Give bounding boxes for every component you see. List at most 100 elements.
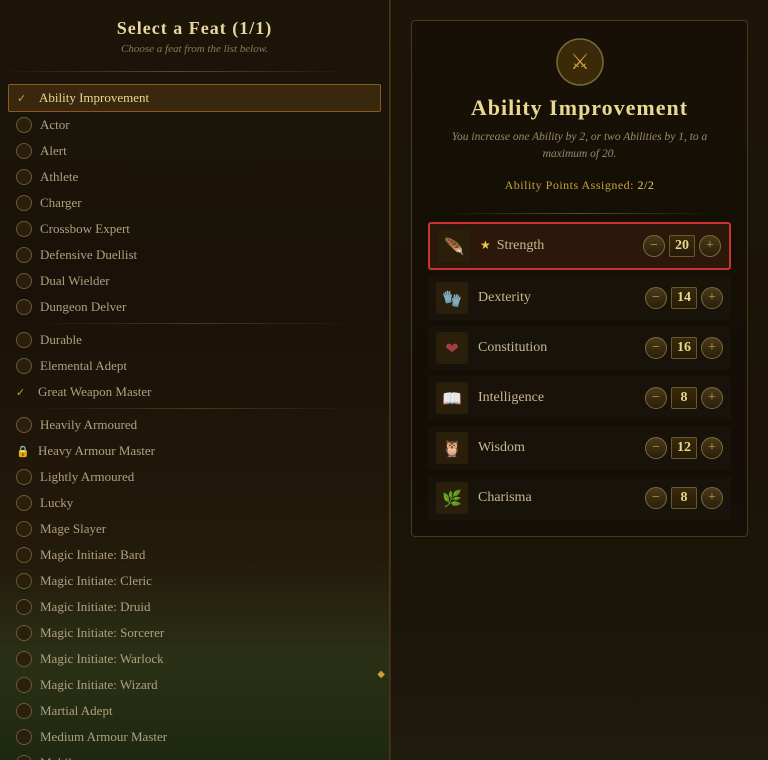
feat-item-label: Durable [40,332,82,348]
ability-increase-constitution[interactable]: + [701,337,723,359]
radio-button[interactable] [16,677,32,693]
feat-item-medium-armour-master[interactable]: Medium Armour Master [8,724,381,750]
svg-text:🪶: 🪶 [444,237,464,256]
feat-detail-title: Ability Improvement [471,95,688,121]
feat-detail-icon: ⚔ [555,37,605,87]
feat-item-mobile[interactable]: Mobile [8,750,381,760]
radio-button[interactable] [16,169,32,185]
ability-icon-dexterity: 🧤 [436,282,468,314]
radio-button[interactable] [16,358,32,374]
ability-name-wisdom: Wisdom [478,440,635,456]
divider [0,71,350,72]
radio-button[interactable] [16,547,32,563]
feat-item-crossbow-expert[interactable]: Crossbow Expert [8,216,381,242]
feat-item-magic-initiate-warlock[interactable]: Magic Initiate: Warlock [8,646,381,672]
scroll-indicator: ◆ [377,669,385,680]
feat-item-label: Heavy Armour Master [38,443,155,459]
radio-button[interactable] [16,195,32,211]
radio-button[interactable] [16,143,32,159]
feat-item-martial-adept[interactable]: Martial Adept [8,698,381,724]
radio-button[interactable] [16,117,32,133]
radio-button[interactable] [16,729,32,745]
feat-item-lightly-armoured[interactable]: Lightly Armoured [8,464,381,490]
feat-item-dungeon-delver[interactable]: Dungeon Delver [8,294,381,320]
feat-item-mage-slayer[interactable]: Mage Slayer [8,516,381,542]
feat-item-ability-improvement[interactable]: ✓Ability Improvement [8,84,381,112]
ability-increase-strength[interactable]: + [699,235,721,257]
ability-increase-charisma[interactable]: + [701,487,723,509]
radio-button[interactable] [16,599,32,615]
feat-item-magic-initiate-druid[interactable]: Magic Initiate: Druid [8,594,381,620]
radio-button[interactable] [16,755,32,760]
feat-item-label: Magic Initiate: Sorcerer [40,625,164,641]
ability-increase-dexterity[interactable]: + [701,287,723,309]
radio-button[interactable] [16,469,32,485]
svg-text:🦉: 🦉 [442,440,462,458]
feat-item-charger[interactable]: Charger [8,190,381,216]
ability-decrease-strength[interactable]: − [643,235,665,257]
ability-decrease-charisma[interactable]: − [645,487,667,509]
feat-item-elemental-adept[interactable]: Elemental Adept [8,353,381,379]
radio-button[interactable] [16,495,32,511]
panel-title: Select a Feat (1/1) [0,10,389,43]
feat-item-magic-initiate-bard[interactable]: Magic Initiate: Bard [8,542,381,568]
feat-item-defensive-duellist[interactable]: Defensive Duellist [8,242,381,268]
svg-text:📖: 📖 [442,391,462,408]
star-icon: ★ [480,238,491,253]
ability-controls-constitution: − 16 + [645,337,723,359]
feat-item-label: Crossbow Expert [40,221,130,237]
feat-item-heavy-armour-master[interactable]: 🔒Heavy Armour Master [8,438,381,464]
feat-item-magic-initiate-wizard[interactable]: Magic Initiate: Wizard [8,672,381,698]
feat-item-alert[interactable]: Alert [8,138,381,164]
ability-decrease-wisdom[interactable]: − [645,437,667,459]
ability-decrease-constitution[interactable]: − [645,337,667,359]
ability-row-dexterity: 🧤 Dexterity − 14 + [428,276,731,320]
divider-abilities [443,213,716,214]
feat-item-label: Lucky [40,495,73,511]
radio-button[interactable] [16,247,32,263]
ability-value-wisdom: 12 [671,437,697,459]
ability-increase-intelligence[interactable]: + [701,387,723,409]
feat-item-label: Magic Initiate: Druid [40,599,150,615]
feat-item-magic-initiate-cleric[interactable]: Magic Initiate: Cleric [8,568,381,594]
radio-button[interactable] [16,221,32,237]
radio-button[interactable] [16,332,32,348]
radio-button[interactable] [16,573,32,589]
radio-button[interactable] [16,625,32,641]
feat-item-athlete[interactable]: Athlete [8,164,381,190]
left-panel: Select a Feat (1/1) Choose a feat from t… [0,0,390,760]
ability-increase-wisdom[interactable]: + [701,437,723,459]
ability-points-label: Ability Points Assigned: 2/2 [505,178,655,193]
ability-decrease-intelligence[interactable]: − [645,387,667,409]
ability-row-charisma: 🌿 Charisma − 8 + [428,476,731,520]
ability-icon-wisdom: 🦉 [436,432,468,464]
feat-item-dual-wielder[interactable]: Dual Wielder [8,268,381,294]
feat-item-label: Medium Armour Master [40,729,167,745]
radio-button[interactable] [16,417,32,433]
feat-item-label: Elemental Adept [40,358,127,374]
radio-button[interactable] [16,299,32,315]
feat-item-great-weapon-master[interactable]: ✓Great Weapon Master [8,379,381,405]
radio-button[interactable] [16,703,32,719]
feat-item-heavily-armoured[interactable]: Heavily Armoured [8,412,381,438]
feat-item-magic-initiate-sorcerer[interactable]: Magic Initiate: Sorcerer [8,620,381,646]
feat-item-lucky[interactable]: Lucky [8,490,381,516]
feat-item-label: Mobile [40,755,78,760]
panel-subtitle: Choose a feat from the list below. [0,43,389,63]
feat-item-label: Magic Initiate: Bard [40,547,145,563]
ability-controls-wisdom: − 12 + [645,437,723,459]
ability-name-constitution: Constitution [478,340,635,356]
feat-item-label: Magic Initiate: Warlock [40,651,164,667]
radio-button[interactable] [16,273,32,289]
checkmark-icon: ✓ [16,386,30,399]
ability-decrease-dexterity[interactable]: − [645,287,667,309]
ability-value-dexterity: 14 [671,287,697,309]
radio-button[interactable] [16,521,32,537]
ability-row-strength: 🪶 ★ Strength − 20 + [428,222,731,270]
feat-item-label: Defensive Duellist [40,247,137,263]
radio-button[interactable] [16,651,32,667]
feat-item-label: Actor [40,117,70,133]
feat-item-durable[interactable]: Durable [8,327,381,353]
feat-item-actor[interactable]: Actor [8,112,381,138]
feat-list: ✓Ability Improvement Actor AlertAthleteCha… [0,80,389,760]
